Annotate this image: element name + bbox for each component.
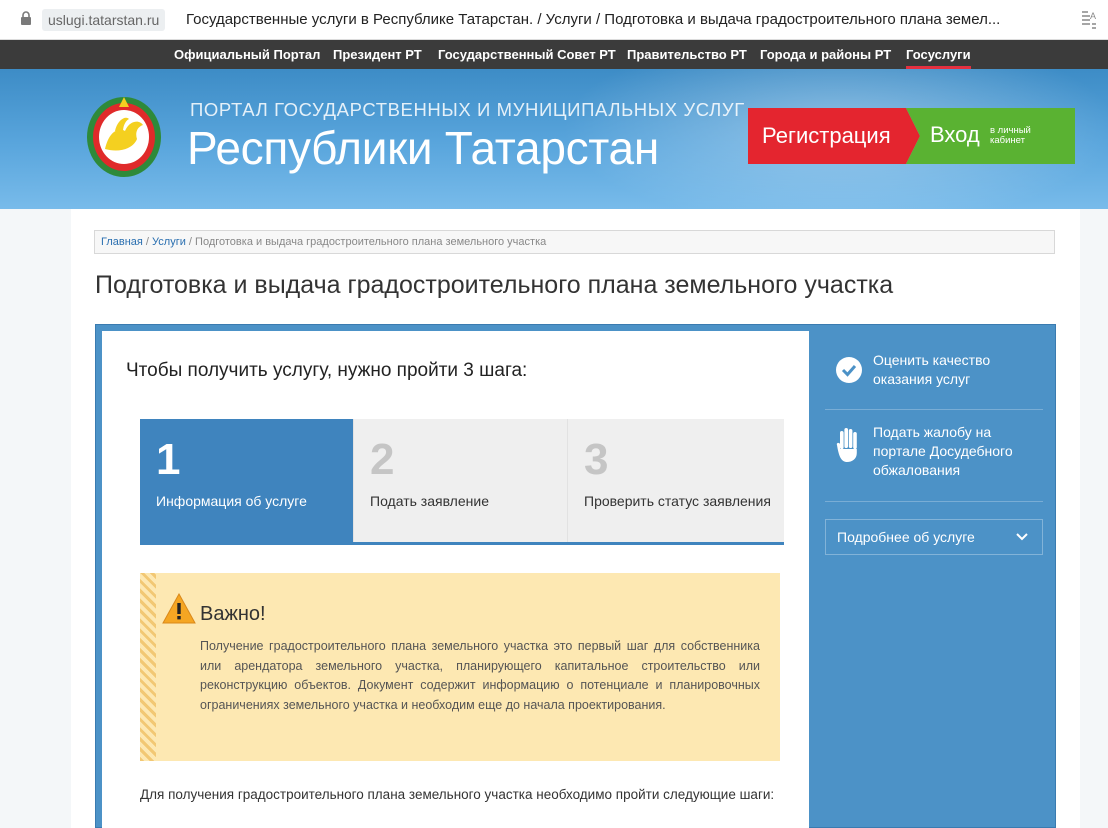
intro-paragraph: Для получения градостроительного плана з…: [140, 787, 775, 802]
tatarstan-emblem-logo[interactable]: [85, 91, 163, 179]
step-label: Проверить статус заявления: [584, 493, 771, 509]
login-sublabel: в личный кабинет: [990, 125, 1031, 146]
breadcrumb-separator: /: [142, 236, 153, 248]
nav-official-portal[interactable]: Официальный Портал: [174, 40, 320, 69]
portal-title: Республики Татарстан: [187, 122, 659, 174]
step-tab-status[interactable]: 3 Проверить статус заявления: [567, 419, 784, 542]
top-nav: Официальный Портал Президент РТ Государс…: [0, 40, 1108, 69]
rate-service-link[interactable]: Оценить качество оказания услуг: [825, 351, 1043, 391]
breadcrumb: Главная / Услуги / Подготовка и выдача г…: [94, 230, 1055, 254]
content-card: Главная / Услуги / Подготовка и выдача г…: [71, 209, 1080, 828]
complaint-label: Подать жалобу на портале Досудебного обж…: [873, 424, 1013, 478]
chevron-down-icon: [1016, 533, 1028, 541]
warning-title: Важно!: [200, 603, 266, 625]
page-heading: Подготовка и выдача градостроительного п…: [95, 271, 894, 299]
sidebar-divider: [825, 501, 1043, 502]
login-label: Вход: [930, 122, 980, 147]
reader-mode-icon[interactable]: A: [1080, 10, 1098, 30]
warning-text: Получение градостроительного плана земел…: [200, 639, 760, 712]
more-info-dropdown[interactable]: Подробнее об услуге: [825, 519, 1043, 555]
step-number: 2: [370, 435, 395, 484]
nav-government[interactable]: Правительство РТ: [627, 40, 747, 69]
warning-icon: [162, 593, 196, 624]
nav-cities[interactable]: Города и районы РТ: [760, 40, 891, 69]
browser-address-bar: uslugi.tatarstan.ru Государственные услу…: [0, 0, 1108, 40]
check-circle-icon: [836, 357, 862, 383]
nav-gosuslugi[interactable]: Госуслуги: [906, 40, 971, 69]
complaint-link[interactable]: Подать жалобу на портале Досудебного обж…: [825, 423, 1043, 481]
step-tab-info[interactable]: 1 Информация об услуге: [140, 419, 353, 542]
more-info-label: Подробнее об услуге: [837, 529, 975, 545]
url-domain[interactable]: uslugi.tatarstan.ru: [42, 9, 166, 31]
service-panel: Чтобы получить услугу, нужно пройти 3 ша…: [95, 324, 1056, 828]
rate-service-label: Оценить качество оказания услуг: [873, 352, 991, 387]
site-header: ПОРТАЛ ГОСУДАРСТВЕННЫХ И МУНИЦИПАЛЬНЫХ У…: [0, 69, 1108, 209]
breadcrumb-separator: /: [185, 236, 196, 248]
register-button[interactable]: Регистрация: [748, 108, 920, 164]
warning-box: Важно! Получение градостроительного план…: [140, 573, 780, 761]
step-number: 1: [156, 435, 181, 484]
lock-icon: [21, 11, 31, 25]
steps-underline: [140, 542, 784, 545]
steps-tabs: 1 Информация об услуге 2 Подать заявлени…: [140, 419, 784, 545]
portal-subtitle: ПОРТАЛ ГОСУДАРСТВЕННЫХ И МУНИЦИПАЛЬНЫХ У…: [190, 99, 745, 120]
breadcrumb-home[interactable]: Главная: [101, 236, 143, 248]
step-number: 3: [584, 435, 609, 484]
warning-stripe: [140, 573, 156, 761]
steps-title: Чтобы получить услугу, нужно пройти 3 ша…: [126, 360, 528, 381]
breadcrumb-services[interactable]: Услуги: [152, 236, 186, 248]
svg-text:A: A: [1090, 11, 1096, 21]
breadcrumb-current: Подготовка и выдача градостроительного п…: [195, 236, 547, 248]
page-title-text[interactable]: Государственные услуги в Республике Тата…: [186, 10, 1056, 30]
step-tab-apply[interactable]: 2 Подать заявление: [353, 419, 567, 542]
service-main: Чтобы получить услугу, нужно пройти 3 ша…: [102, 331, 809, 828]
hand-stop-icon: [836, 428, 857, 462]
login-button[interactable]: Вход в личный кабинет: [906, 108, 1075, 164]
step-label: Подать заявление: [370, 493, 489, 509]
sidebar-divider: [825, 409, 1043, 410]
nav-state-council[interactable]: Государственный Совет РТ: [438, 40, 616, 69]
nav-president[interactable]: Президент РТ: [333, 40, 422, 69]
service-sidebar: Оценить качество оказания услуг Подать ж…: [809, 325, 1056, 828]
step-label: Информация об услуге: [156, 493, 307, 509]
